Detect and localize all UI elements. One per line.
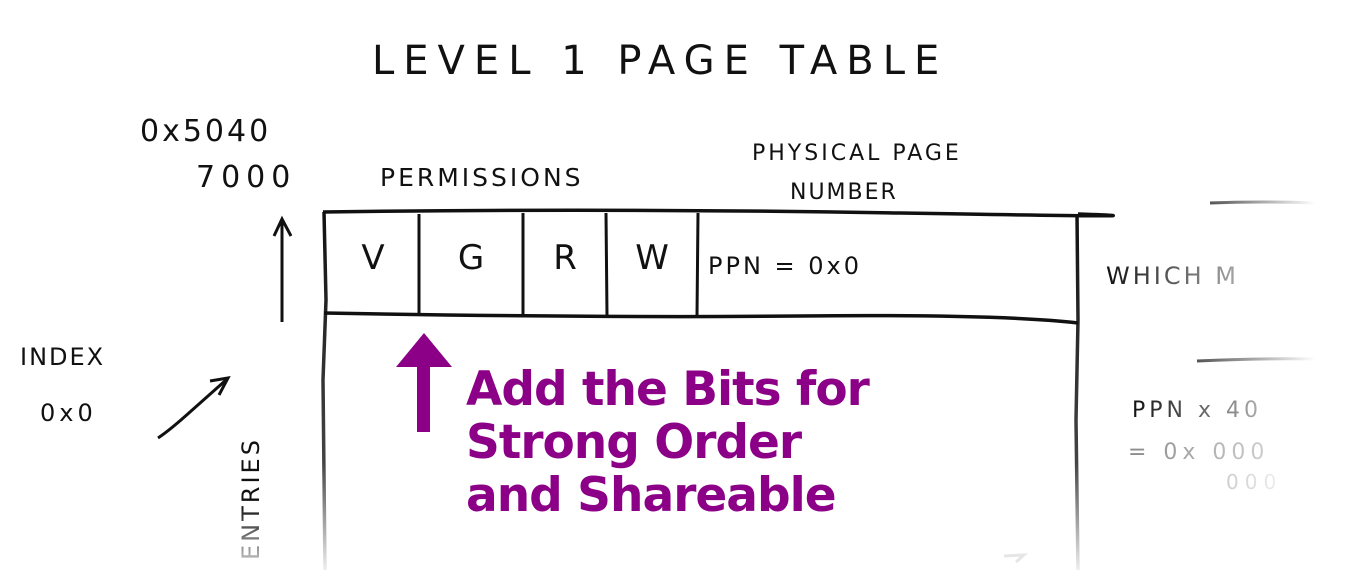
ppn-header-line2: NUMBER — [790, 180, 898, 205]
callout-arrow-head — [396, 333, 452, 367]
bit-valid: V — [361, 238, 385, 278]
bit-global: G — [457, 238, 485, 278]
divider-r-w — [604, 212, 609, 316]
index-arrow-shaft — [157, 378, 227, 440]
side-note-calc-line2: = 0x 000 — [1128, 440, 1318, 465]
side-note-calc-line3: 000 — [1226, 470, 1283, 494]
callout-line3: and Shareable — [466, 468, 837, 523]
permissions-header: PERMISSIONS — [380, 163, 584, 192]
entry-bottom-border — [323, 311, 1079, 325]
side-line-bottom — [1196, 357, 1316, 363]
base-address-line2: 7000 — [196, 160, 297, 195]
callout-text: Add the Bits for Strong Order and Sharea… — [466, 362, 870, 523]
side-line-top — [1209, 200, 1316, 205]
callout-line1: Add the Bits for — [466, 362, 870, 417]
callout-line2: Strong Order — [466, 415, 802, 470]
ppn-value: PPN = 0x0 — [708, 252, 863, 280]
index-label: INDEX — [20, 343, 106, 371]
callout-arrow-shaft — [417, 366, 430, 432]
index-value: 0x0 — [40, 399, 97, 427]
base-address-line1: 0x5040 — [140, 114, 272, 149]
table-left-border — [321, 211, 328, 570]
bit-write: W — [635, 238, 669, 278]
table-right-border — [1074, 213, 1080, 570]
faint-arrow — [1003, 553, 1029, 564]
side-note-which: WHICH M — [1106, 262, 1306, 290]
diagram-title: LEVEL 1 PAGE TABLE — [372, 38, 949, 84]
entries-label: ENTRIES — [237, 437, 265, 560]
divider-w-ppn — [695, 212, 700, 317]
ppn-header-line1: PHYSICAL PAGE — [752, 141, 962, 166]
side-note-calc-line1: PPN x 40 — [1132, 398, 1312, 423]
bit-read: R — [553, 238, 577, 278]
table-top-border — [322, 208, 1115, 218]
